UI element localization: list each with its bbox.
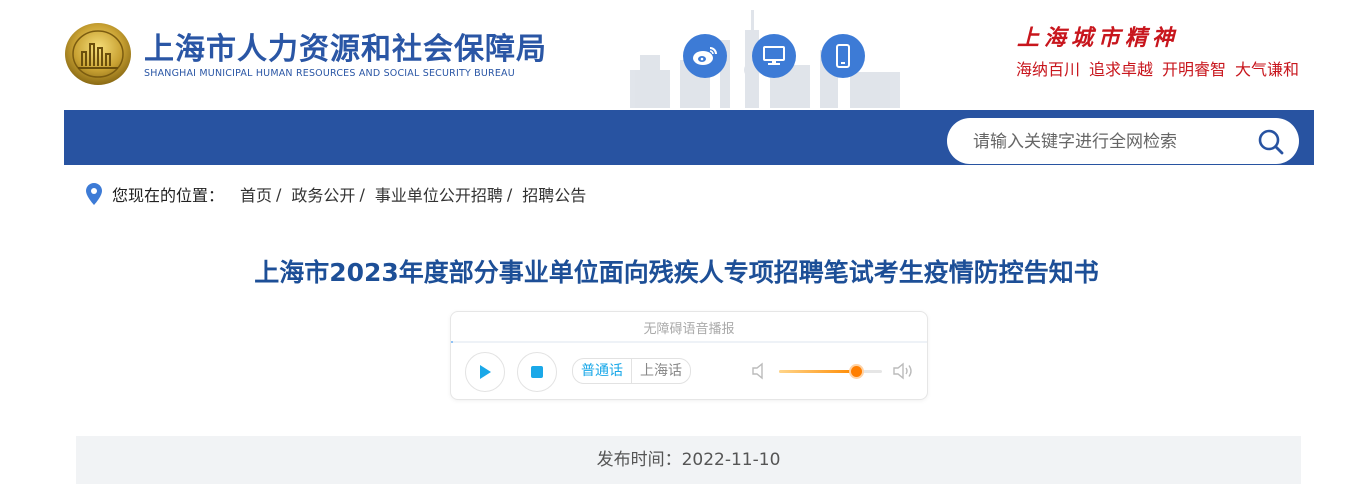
city-spirit-mottos: 海纳百川 追求卓越 开明睿智 大气谦和 xyxy=(1016,56,1299,80)
publish-time: 发布时间：2022-11-10 xyxy=(596,450,781,470)
breadcrumb-lead: 您现在的位置： xyxy=(112,186,225,205)
breadcrumb-public-recruitment[interactable]: 事业单位公开招聘 xyxy=(375,182,503,206)
breadcrumb-separator: / xyxy=(506,184,513,204)
breadcrumb-home[interactable]: 首页 xyxy=(240,182,272,206)
main-nav-bar xyxy=(64,110,1314,165)
player-label: 无障碍语音播报 xyxy=(643,322,735,337)
volume-high-icon[interactable] xyxy=(892,362,914,380)
progress-bar[interactable] xyxy=(451,341,927,343)
page-title: 上海市2023年度部分事业单位面向残疾人专项招聘笔试考生疫情防控告知书 xyxy=(254,258,1099,287)
search-box xyxy=(947,118,1299,164)
mobile-icon[interactable] xyxy=(821,34,865,78)
publish-info-bar: 发布时间：2022-11-10 xyxy=(76,436,1301,484)
search-input[interactable] xyxy=(971,128,1245,156)
weibo-icon[interactable] xyxy=(683,34,727,78)
breadcrumb-separator: / xyxy=(276,184,282,204)
volume-slider[interactable] xyxy=(779,366,882,377)
volume-knob[interactable] xyxy=(851,366,862,377)
volume-fill xyxy=(779,370,856,373)
play-icon xyxy=(480,365,491,379)
breadcrumb: 您现在的位置： 首页 / 政务公开 / 事业单位公开招聘 / 招聘公告 xyxy=(86,182,586,206)
motto-item: 大气谦和 xyxy=(1235,60,1300,79)
bureau-logo[interactable] xyxy=(64,22,132,86)
motto-item: 海纳百川 xyxy=(1016,60,1081,79)
language-toggle: 普通话 上海话 xyxy=(572,358,691,384)
lang-option-mandarin[interactable]: 普通话 xyxy=(573,359,631,383)
stop-button[interactable] xyxy=(517,352,557,392)
volume-low-icon[interactable] xyxy=(751,362,767,380)
desktop-icon[interactable] xyxy=(752,34,796,78)
voice-broadcast-player: 无障碍语音播报 普通话 上海话 xyxy=(450,311,928,400)
motto-item: 开明睿智 xyxy=(1162,60,1227,79)
org-name-en: SHANGHAI MUNICIPAL HUMAN RESOURCES AND S… xyxy=(144,68,515,79)
motto-item: 追求卓越 xyxy=(1089,60,1154,79)
search-icon[interactable] xyxy=(1257,128,1285,156)
lang-option-shanghainese[interactable]: 上海话 xyxy=(631,359,690,383)
breadcrumb-recruitment-notice[interactable]: 招聘公告 xyxy=(522,182,586,206)
org-name-cn: 上海市人力资源和社会保障局 xyxy=(144,32,547,67)
play-button[interactable] xyxy=(465,352,505,392)
breadcrumb-separator: / xyxy=(359,184,365,204)
breadcrumb-gov-affairs[interactable]: 政务公开 xyxy=(291,182,355,206)
location-pin-icon xyxy=(86,183,102,205)
city-spirit-title: 上海城市精神 xyxy=(1017,25,1180,51)
stop-icon xyxy=(531,366,543,378)
